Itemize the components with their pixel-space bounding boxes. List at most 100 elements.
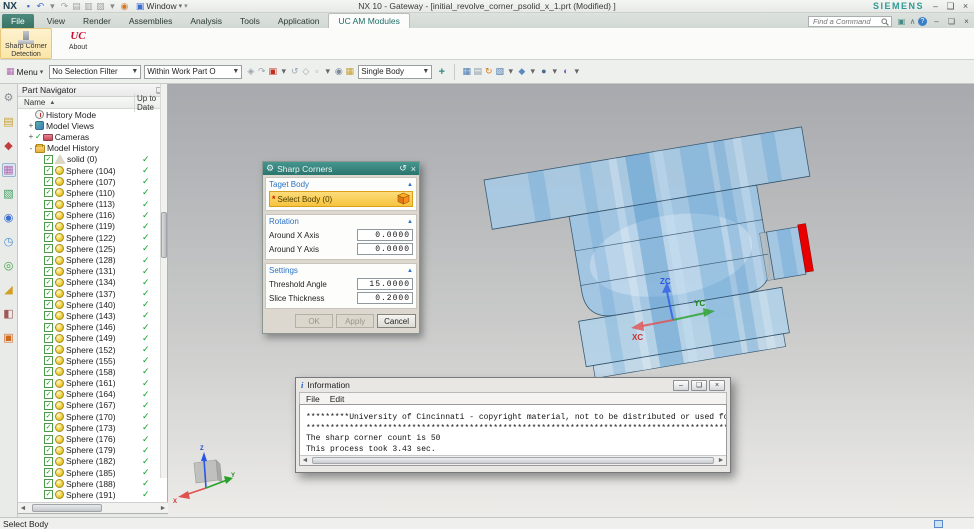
tree-item-label[interactable]: Sphere (155)	[66, 356, 116, 366]
tree-item-label[interactable]: Sphere (128)	[66, 255, 116, 265]
tree-item[interactable]: ✓ Sphere (137) ✓	[18, 288, 167, 299]
tree-item[interactable]: ✓ Sphere (182) ✓	[18, 456, 167, 467]
tree-item[interactable]: ✓ Sphere (143) ✓	[18, 310, 167, 321]
tree-item-label[interactable]: Sphere (134)	[66, 277, 116, 287]
tree-item-label[interactable]: Sphere (146)	[66, 322, 116, 332]
tree-item[interactable]: ✓ Sphere (107) ✓	[18, 176, 167, 187]
visibility-checkbox[interactable]: ✓	[44, 311, 53, 321]
tree-vertical-scrollbar[interactable]	[160, 84, 167, 478]
snap-caret-icon[interactable]: ▾	[278, 66, 289, 77]
close-icon[interactable]: ×	[961, 16, 972, 27]
tree-item[interactable]: ✓ Sphere (173) ✓	[18, 422, 167, 433]
tree-item-label[interactable]: Sphere (119)	[66, 221, 115, 231]
visibility-checkbox[interactable]: ✓	[44, 210, 53, 220]
visibility-checkbox[interactable]: ✓	[44, 345, 53, 355]
tree-item[interactable]: ✓ Sphere (110) ✓	[18, 187, 167, 198]
background-icon[interactable]: ●	[538, 66, 549, 77]
tab-file[interactable]: File	[2, 14, 34, 28]
window-menu-button[interactable]: ▣ Window ▾ ▾	[136, 1, 188, 12]
visibility-checkbox[interactable]: ✓	[44, 221, 53, 231]
tree-item[interactable]: History Mode	[18, 109, 167, 120]
rotate-view-icon[interactable]: ↻	[483, 66, 494, 77]
fit-view-icon[interactable]: ▦	[461, 66, 472, 77]
tree-item[interactable]: ✓ Sphere (104) ✓	[18, 165, 167, 176]
reset-icon[interactable]: ↺	[399, 163, 407, 174]
tree-item[interactable]: ✓ Sphere (179) ✓	[18, 445, 167, 456]
tree-item-label[interactable]: Model Views	[46, 121, 94, 131]
around-y-axis-field[interactable]	[357, 243, 413, 255]
tree-item-label[interactable]: Sphere (173)	[66, 423, 116, 433]
tree-item-label[interactable]: Model History	[47, 143, 99, 153]
tree-item[interactable]: ✓ Sphere (146) ✓	[18, 322, 167, 333]
tree-item[interactable]: ✓ Sphere (188) ✓	[18, 478, 167, 489]
visibility-checkbox[interactable]: ✓	[44, 166, 53, 176]
3d-model[interactable]	[483, 125, 838, 393]
tree-item[interactable]: ✓ Sphere (134) ✓	[18, 277, 167, 288]
scrollbar-thumb[interactable]	[161, 212, 167, 258]
tree-item-label[interactable]: Cameras	[55, 132, 89, 142]
scroll-right-icon[interactable]: ►	[716, 457, 726, 464]
close-icon[interactable]: ×	[960, 1, 971, 12]
column-name[interactable]: Name	[24, 98, 45, 107]
tree-item-label[interactable]: Sphere (152)	[66, 345, 116, 355]
information-titlebar[interactable]: i Information – ❏ ×	[299, 378, 727, 392]
select-caret-icon[interactable]: ▾	[322, 66, 333, 77]
visibility-checkbox[interactable]: ✓	[44, 445, 53, 455]
tree-item-label[interactable]: Sphere (176)	[66, 434, 116, 444]
find-command-box[interactable]	[808, 16, 892, 27]
tree-item[interactable]: ✓ Sphere (185) ✓	[18, 467, 167, 478]
point-on-curve-icon[interactable]: ↷	[256, 66, 267, 77]
tree-item[interactable]: ✓ Sphere (155) ✓	[18, 355, 167, 366]
visibility-checkbox[interactable]: ✓	[44, 468, 53, 478]
selection-filter-dropdown[interactable]: No Selection Filter ▼	[49, 64, 142, 79]
visibility-checkbox[interactable]: ✓	[44, 188, 53, 198]
shaded-select-icon[interactable]: ◉	[333, 66, 344, 77]
selection-scope-dropdown[interactable]: Within Work Part O ▼	[144, 64, 243, 79]
minimize-icon[interactable]: –	[931, 16, 942, 27]
minimize-icon[interactable]: –	[930, 1, 941, 12]
tree-item[interactable]: ✓ Sphere (125) ✓	[18, 243, 167, 254]
tree-item-label[interactable]: Sphere (104)	[66, 166, 116, 176]
tree-item[interactable]: ✓ Sphere (158) ✓	[18, 366, 167, 377]
roles-icon[interactable]: ◧	[2, 307, 16, 321]
tree-item[interactable]: ✓ solid (0) ✓	[18, 154, 167, 165]
tree-item[interactable]: ✓ Sphere (122) ✓	[18, 232, 167, 243]
background-caret-icon[interactable]: ▾	[549, 66, 560, 77]
tree-item[interactable]: ✓ Sphere (140) ✓	[18, 299, 167, 310]
tree-item-label[interactable]: Sphere (140)	[66, 300, 116, 310]
tree-item-label[interactable]: Sphere (188)	[66, 479, 116, 489]
tree-item[interactable]: ✓ Sphere (164) ✓	[18, 389, 167, 400]
tree-item[interactable]: ✓ Sphere (131) ✓	[18, 266, 167, 277]
visibility-checkbox[interactable]: ✓	[44, 233, 53, 243]
orient-view-icon[interactable]: ▧	[494, 66, 505, 77]
work-layer-icon[interactable]: ▦	[344, 66, 355, 77]
process-studio-icon[interactable]: ◎	[2, 259, 16, 273]
window-style-icon[interactable]: ◐	[560, 66, 571, 77]
restore-icon[interactable]: ❏	[945, 1, 956, 12]
information-scrollbar[interactable]: ◄ ►	[300, 455, 726, 465]
tab-render[interactable]: Render	[74, 14, 120, 28]
midpoint-snap-icon[interactable]: ◇	[300, 66, 311, 77]
tree-item[interactable]: ✓ Sphere (176) ✓	[18, 433, 167, 444]
scrollbar-thumb[interactable]	[312, 457, 714, 464]
tree-item-label[interactable]: Sphere (113)	[66, 199, 115, 209]
select-body-row[interactable]: * Select Body (0)	[269, 191, 413, 207]
visibility-checkbox[interactable]: ✓	[44, 199, 53, 209]
menu-button[interactable]: ▦ Menu ▾	[3, 65, 46, 78]
body-filter-dropdown[interactable]: Single Body ▼	[358, 64, 433, 79]
visibility-checkbox[interactable]: ✓	[44, 356, 53, 366]
minimize-icon[interactable]: –	[673, 379, 689, 391]
visibility-checkbox[interactable]: ✓	[44, 289, 53, 299]
tree-item-label[interactable]: Sphere (164)	[66, 389, 116, 399]
zoom-icon[interactable]: ▤	[472, 66, 483, 77]
touch-mode-icon[interactable]: ◉	[119, 1, 130, 12]
paste-icon[interactable]: ▧	[95, 1, 106, 12]
touch-panel-icon[interactable]: ▣	[2, 331, 16, 345]
visibility-checkbox[interactable]: ✓	[44, 177, 53, 187]
edit-menu[interactable]: Edit	[330, 394, 345, 404]
tree-item-label[interactable]: Sphere (149)	[66, 333, 116, 343]
visibility-checkbox[interactable]: ✓	[44, 266, 53, 276]
tree-item-label[interactable]: Sphere (137)	[66, 289, 116, 299]
undo-icon[interactable]: ↶	[35, 1, 46, 12]
copy-icon[interactable]: ▥	[83, 1, 94, 12]
